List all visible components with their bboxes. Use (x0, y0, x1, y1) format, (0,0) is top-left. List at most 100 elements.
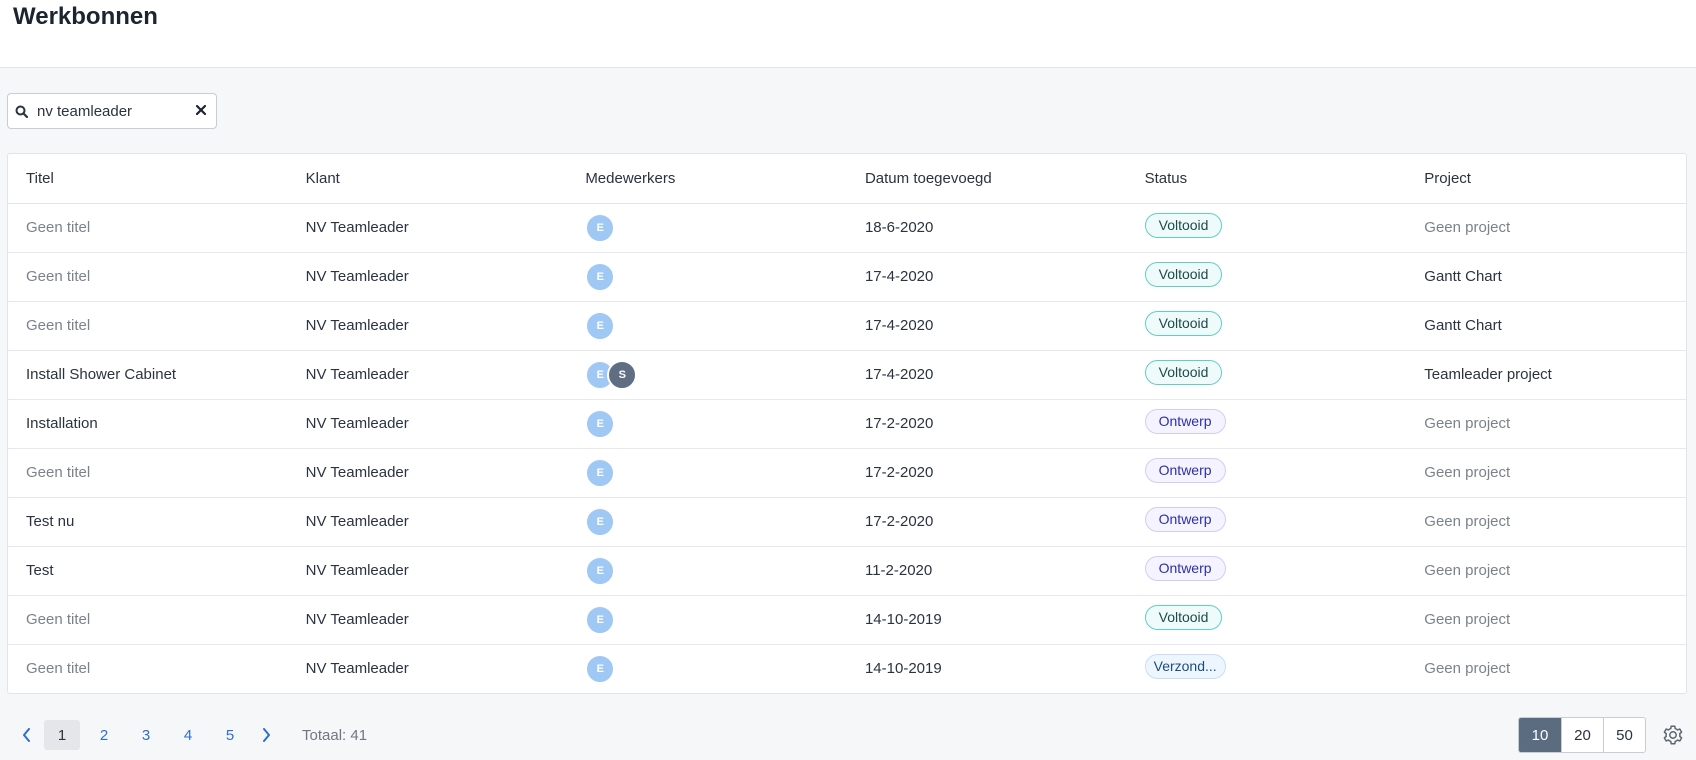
cell-project: Geen project (1406, 546, 1686, 596)
cell-project: Geen project (1406, 448, 1686, 498)
cell-title: Test nu (8, 497, 288, 547)
work-orders-table: Titel Klant Medewerkers Datum toegevoegd… (7, 153, 1687, 694)
cell-title: Geen titel (8, 203, 288, 253)
cell-employees: E (567, 497, 847, 547)
avatar[interactable]: E (585, 506, 616, 537)
cell-date: 11-2-2020 (846, 546, 1127, 596)
cell-date: 14-10-2019 (864, 660, 942, 678)
cell-employees: E (567, 595, 847, 645)
avatar-group: E (585, 310, 847, 341)
table-row[interactable]: Geen titel NV Teamleader E 17-4-2020 Voltooi… (8, 301, 1686, 351)
page-size-50[interactable]: 50 (1603, 718, 1645, 752)
table-header-row: Titel Klant Medewerkers Datum toegevoegd… (8, 154, 1686, 204)
avatar-group: E (585, 261, 847, 292)
cell-client: NV Teamleader (287, 399, 568, 449)
column-header-klant[interactable]: Klant (287, 154, 568, 204)
cell-date: 17-2-2020 (846, 497, 1127, 547)
cell-date: 18-6-2020 (846, 203, 1127, 253)
cell-project: Geen project (1406, 497, 1686, 547)
page-size-10[interactable]: 10 (1519, 718, 1561, 752)
search-input[interactable] (37, 96, 197, 126)
cell-client: NV Teamleader (287, 448, 568, 498)
cell-project: Geen project (1406, 203, 1686, 253)
page-button-2[interactable]: 2 (86, 720, 122, 750)
avatar[interactable]: E (585, 653, 616, 684)
cell-date: 17-4-2020 (846, 252, 1127, 302)
column-header-titel[interactable]: Titel (8, 154, 288, 204)
cell-date: 17-4-2020 (846, 301, 1127, 351)
cell-title: Geen titel (8, 252, 288, 302)
page-button-5[interactable]: 5 (212, 720, 248, 750)
cell-client: NV Teamleader (287, 252, 568, 302)
avatar[interactable]: S (607, 359, 638, 390)
cell-date: 17-4-2020 (846, 350, 1127, 400)
cell-date: 17-2-2020 (846, 399, 1127, 449)
avatar[interactable]: E (585, 408, 616, 439)
avatar[interactable]: E (585, 310, 616, 341)
avatar[interactable]: E (585, 457, 616, 488)
table-row[interactable]: Geen titel NV Teamleader E 17-4-2020 Voltooi… (8, 252, 1686, 302)
cell-project: Teamleader project (1406, 350, 1686, 400)
avatar-group: E (585, 506, 847, 537)
column-header-status[interactable]: Status (1126, 154, 1407, 204)
table-row[interactable]: Geen titel NV Teamleader E 18-6-2020 Voltooi… (8, 203, 1686, 253)
column-header-datum[interactable]: Datum toegevoegd (846, 154, 1127, 204)
table-row[interactable]: Geen titel NV Teamleader E 14-10-2019 Voltoo… (8, 595, 1686, 645)
cell-employees: E (567, 448, 847, 498)
cell-date: 14-10-2019 (846, 595, 1127, 645)
cell-employees: E (567, 252, 847, 302)
table-row[interactable]: Test NV Teamleader E 11-2-2020 Ontwerp Geen p… (8, 546, 1686, 596)
cell-title: Test (8, 546, 288, 596)
cell-project: Geen project (1406, 595, 1686, 645)
column-header-medewerkers[interactable]: Medewerkers (567, 154, 847, 204)
avatar-group: E (585, 653, 847, 684)
cell-project: Geen project (1424, 660, 1511, 678)
column-header-project[interactable]: Project (1406, 154, 1686, 204)
status-badge: Voltooid (1144, 213, 1223, 238)
page-button-3[interactable]: 3 (128, 720, 164, 750)
cell-client: NV Teamleader (305, 660, 409, 678)
status-badge: Ontwerp (1144, 507, 1226, 532)
cell-status: Voltooid (1126, 350, 1407, 400)
table-row[interactable]: Install Shower Cabinet NV Teamleader E S 17-… (8, 350, 1686, 400)
page-button-1[interactable]: 1 (44, 720, 80, 750)
cell-title: Geen titel (8, 448, 288, 498)
gear-icon[interactable] (1662, 724, 1684, 746)
status-badge: Voltooid (1144, 262, 1223, 287)
avatar[interactable]: E (585, 212, 616, 243)
cell-employees: E (567, 301, 847, 351)
cell-title: Geen titel (8, 301, 288, 351)
chevron-left-icon[interactable] (14, 720, 38, 750)
cell-title: Geen titel (8, 595, 288, 645)
avatar[interactable]: E (585, 261, 616, 292)
avatar-group: ES (585, 359, 847, 390)
table-row[interactable]: Geen titel NV Teamleader E 17-2-2020 Ontwerp… (8, 448, 1686, 498)
cell-title: Geen titel (26, 660, 91, 678)
close-icon[interactable] (194, 103, 208, 117)
page-size-20[interactable]: 20 (1561, 718, 1603, 752)
cell-status: Voltooid (1126, 595, 1407, 645)
search-box (7, 93, 217, 129)
table-row[interactable]: Installation NV Teamleader E 17-2-2020 Ontwe… (8, 399, 1686, 449)
avatar[interactable]: E (585, 555, 616, 586)
cell-employees: E (567, 399, 847, 449)
chevron-right-icon[interactable] (254, 720, 278, 750)
cell-project: Gantt Chart (1406, 301, 1686, 351)
cell-status: Ontwerp (1126, 448, 1407, 498)
cell-client: NV Teamleader (287, 497, 568, 547)
status-badge: Voltooid (1144, 360, 1223, 385)
cell-employees: ES (567, 350, 847, 400)
table-row[interactable]: Test nu NV Teamleader E 17-2-2020 Ontwerp Gee… (8, 497, 1686, 547)
cell-status: Voltooid (1126, 301, 1407, 351)
total-count: Totaal: 41 (302, 726, 368, 744)
search-icon (15, 104, 29, 118)
avatar[interactable]: E (585, 604, 616, 635)
cell-project: Gantt Chart (1406, 252, 1686, 302)
status-badge: Ontwerp (1144, 458, 1226, 483)
pagination: 1 2 3 4 5 Totaal: 41 (14, 720, 367, 750)
page-button-4[interactable]: 4 (170, 720, 206, 750)
status-badge: Verzond... (1144, 654, 1226, 680)
table-row[interactable]: Geen titel NV Teamleader E 14-10-2019 Verzon… (8, 644, 1686, 693)
cell-status: Voltooid (1126, 252, 1407, 302)
status-badge: Ontwerp (1144, 409, 1226, 434)
